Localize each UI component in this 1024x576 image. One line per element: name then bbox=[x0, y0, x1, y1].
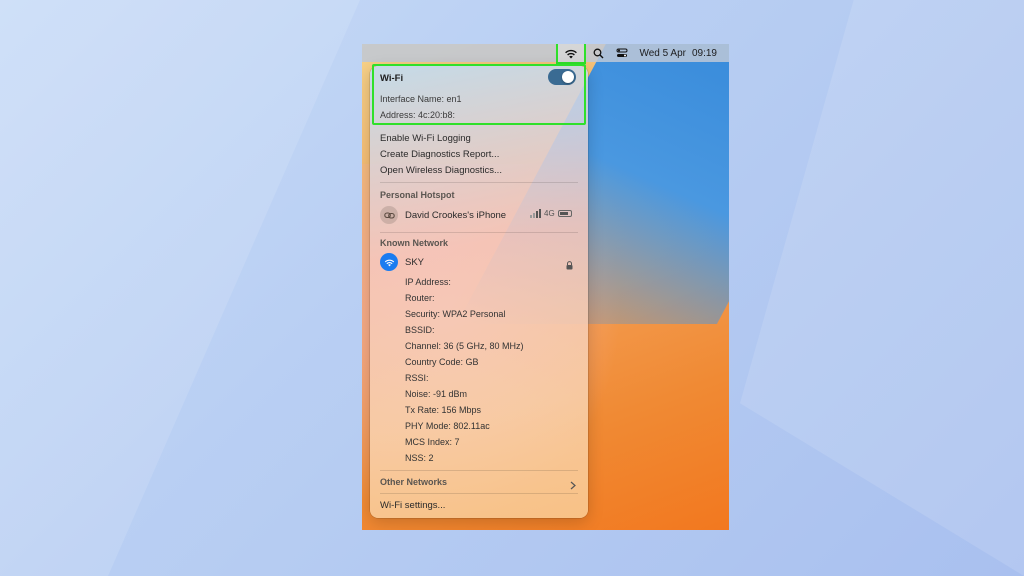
separator bbox=[380, 232, 578, 233]
spotlight-search-icon[interactable] bbox=[591, 46, 605, 60]
detail-rssi: RSSI: bbox=[405, 373, 429, 383]
detail-channel: Channel: 36 (5 GHz, 80 MHz) bbox=[405, 341, 524, 351]
desktop-screenshot: Wed 5 Apr 09:19 Wi-Fi Interface Name: en… bbox=[362, 44, 729, 530]
detail-router: Router: bbox=[405, 293, 435, 303]
control-center-icon[interactable] bbox=[615, 46, 629, 60]
menu-bar-time: 09:19 bbox=[691, 47, 717, 59]
detail-noise: Noise: -91 dBm bbox=[405, 389, 468, 399]
separator bbox=[380, 470, 578, 471]
wifi-menu-icon[interactable] bbox=[556, 44, 586, 64]
separator bbox=[380, 182, 578, 183]
detail-tx-rate: Tx Rate: 156 Mbps bbox=[405, 405, 482, 415]
open-wireless-diagnostics-item[interactable]: Open Wireless Diagnostics... bbox=[380, 165, 502, 176]
interface-name: Interface Name: en1 bbox=[380, 94, 462, 104]
wifi-settings-item[interactable]: Wi-Fi settings... bbox=[380, 500, 445, 511]
lock-icon bbox=[566, 257, 573, 275]
detail-nss: NSS: 2 bbox=[405, 453, 434, 463]
menu-bar-date: Wed 5 Apr bbox=[639, 47, 686, 59]
mac-address: Address: 4c:20:b8: bbox=[380, 110, 456, 120]
other-networks-item[interactable]: Other Networks bbox=[380, 477, 447, 487]
create-diagnostics-report-item[interactable]: Create Diagnostics Report... bbox=[380, 149, 499, 160]
separator bbox=[380, 493, 578, 494]
toggle-knob bbox=[562, 71, 574, 83]
battery-icon bbox=[557, 210, 572, 217]
detail-country-code: Country Code: GB bbox=[405, 357, 479, 367]
network-type-label: 4G bbox=[544, 209, 555, 218]
background-shard bbox=[0, 0, 360, 576]
known-network-item[interactable]: SKY bbox=[405, 257, 424, 268]
wifi-network-icon bbox=[380, 253, 398, 271]
cellular-signal-icon bbox=[530, 209, 541, 218]
wifi-dropdown-menu: Wi-Fi Interface Name: en1 Address: 4c:20… bbox=[370, 64, 588, 518]
detail-ip-address: IP Address: bbox=[405, 277, 451, 287]
known-network-header: Known Network bbox=[380, 238, 449, 248]
enable-wifi-logging-item[interactable]: Enable Wi-Fi Logging bbox=[380, 133, 471, 144]
background-shard bbox=[740, 0, 1024, 576]
hotspot-link-icon bbox=[380, 206, 398, 224]
detail-bssid: BSSID: bbox=[405, 325, 435, 335]
detail-phy-mode: PHY Mode: 802.11ac bbox=[405, 421, 490, 431]
wifi-title: Wi-Fi bbox=[380, 73, 404, 84]
wifi-toggle[interactable] bbox=[548, 69, 576, 85]
wifi-icon bbox=[565, 49, 577, 58]
detail-security: Security: WPA2 Personal bbox=[405, 309, 506, 319]
menu-bar: Wed 5 Apr 09:19 bbox=[362, 44, 729, 64]
personal-hotspot-header: Personal Hotspot bbox=[380, 190, 455, 200]
menu-bar-clock[interactable]: Wed 5 Apr 09:19 bbox=[639, 48, 717, 59]
hotspot-status: 4G bbox=[530, 209, 572, 218]
hotspot-device-item[interactable]: David Crookes's iPhone bbox=[405, 210, 506, 221]
detail-mcs-index: MCS Index: 7 bbox=[405, 437, 460, 447]
